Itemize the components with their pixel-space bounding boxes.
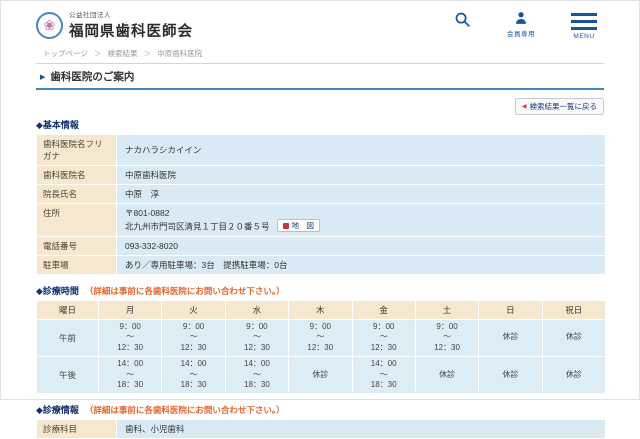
page-title-bar: ▶ 歯科医院のご案内 [36, 63, 604, 90]
title-arrow-icon: ▶ [40, 74, 46, 81]
table-row-address: 住所 〒801-0882 北九州市門司区清見１丁目２０番５号地 図 [36, 203, 606, 237]
page-title: 歯科医院のご案内 [50, 71, 135, 83]
col-header: 祝日 [541, 299, 607, 320]
table-row: 院長氏名 中原 淳 [36, 184, 606, 204]
treatment-heading-text: ◆診療情報 [36, 405, 79, 416]
breadcrumb: トップページ ＞ 検索結果 ＞ 中原歯科医院 [43, 48, 639, 59]
logo-flower-icon: ❀ [36, 11, 63, 39]
row-label: 院長氏名 [36, 184, 117, 204]
col-header: 水 [224, 299, 290, 320]
hours-cell: 9：00 ～ 12：30 [414, 318, 480, 357]
hours-row-afternoon: 午後 14：00 ～ 18：30 14：00 ～ 18：30 14：00 ～ 1… [36, 355, 607, 395]
basic-info-table: 歯科医院名フリガナ ナカハラシカイイン 歯科医院名 中原歯科医院 院長氏名 中原… [36, 134, 606, 275]
table-row: 歯科医院名 中原歯科医院 [36, 165, 606, 185]
table-row: 歯科医院名フリガナ ナカハラシカイイン [36, 134, 606, 166]
breadcrumb-current-page: 中原歯科医院 [157, 49, 203, 58]
hours-row-morning: 午前 9：00 ～ 12：30 9：00 ～ 12：30 9：00 ～ 12：3… [36, 318, 607, 357]
row-value: 歯科、小児歯科 [116, 419, 606, 439]
hours-cell-closed: 休診 [541, 355, 607, 395]
table-row: 診療科目 歯科、小児歯科 [36, 419, 606, 439]
back-to-results-button[interactable]: ◀ 検索結果一覧に戻る [514, 98, 604, 115]
row-value: あり／専用駐車場：3台 提携駐車場：0台 [116, 254, 606, 275]
row-label: 駐車場 [36, 254, 117, 275]
breadcrumb-home-link[interactable]: トップページ [43, 49, 88, 58]
hours-cell: 9：00 ～ 12：30 [224, 318, 290, 357]
row-label: 歯科医院名 [36, 165, 117, 185]
header-icon-group: 会員専用 MENU [454, 11, 597, 40]
hours-cell: 14：00 ～ 18：30 [161, 355, 226, 395]
breadcrumb-separator: ＞ [93, 49, 102, 58]
row-label: 歯科医院名フリガナ [36, 134, 117, 166]
site-header: ❀ 公益社団法人 福岡県歯科医師会 会員専用 MENU [1, 1, 639, 47]
hours-heading: ◆診療時間 （詳細は事前に各歯科医院にお問い合わせ下さい。） [36, 284, 639, 297]
hours-cell: 9：00 ～ 12：30 [288, 318, 353, 357]
treatment-heading: ◆診療情報 （詳細は事前に各歯科医院にお問い合わせ下さい。） [36, 403, 639, 416]
row-value: 〒801-0882 北九州市門司区清見１丁目２０番５号地 図 [116, 203, 606, 237]
hours-cell: 14：00 ～ 18：30 [351, 355, 416, 395]
row-label: 電話番号 [36, 235, 117, 256]
breadcrumb-separator: ＞ [143, 49, 152, 58]
hours-cell-closed: 休診 [541, 318, 607, 357]
back-arrow-icon: ◀ [521, 104, 527, 110]
search-icon [455, 12, 470, 27]
map-button[interactable]: 地 図 [276, 219, 321, 232]
map-marker-icon [282, 222, 289, 229]
col-header: 曜日 [36, 299, 99, 320]
map-button-label: 地 図 [291, 221, 315, 230]
back-button-label: 検索結果一覧に戻る [529, 102, 598, 111]
col-header: 日 [478, 299, 543, 320]
hours-cell: 14：00 ～ 18：30 [97, 355, 163, 395]
menu-button[interactable]: MENU [571, 11, 597, 40]
menu-label: MENU [573, 33, 595, 40]
row-value: 中原歯科医院 [116, 165, 606, 185]
hours-cell-closed: 休診 [478, 355, 543, 395]
hours-cell: 14：00 ～ 18：30 [224, 355, 290, 395]
org-type-label: 公益社団法人 [69, 12, 111, 19]
basic-info-heading: ◆基本情報 [36, 120, 79, 130]
hours-cell-closed: 休診 [478, 318, 543, 357]
row-value: 093-332-8020 [116, 235, 606, 256]
hours-cell: 9：00 ～ 12：30 [351, 318, 416, 357]
table-row: 電話番号 093-332-8020 [36, 235, 606, 256]
hours-header-row: 曜日 月 火 水 木 金 土 日 祝日 [36, 299, 607, 320]
hours-cell: 9：00 ～ 12：30 [97, 318, 163, 357]
hours-note: （詳細は事前に各歯科医院にお問い合わせ下さい。） [84, 285, 285, 296]
hours-cell: 9：00 ～ 12：30 [161, 318, 226, 357]
treatment-table: 診療科目 歯科、小児歯科 [36, 419, 606, 439]
hours-table: 曜日 月 火 水 木 金 土 日 祝日 午前 9：00 ～ 12：30 9：00… [36, 299, 607, 395]
brand-text: 公益社団法人 福岡県歯科医師会 [69, 9, 193, 41]
row-value: 中原 淳 [116, 184, 606, 204]
table-row: 駐車場 あり／専用駐車場：3台 提携駐車場：0台 [36, 254, 606, 275]
member-person-icon [516, 12, 526, 24]
site-logo-link[interactable]: ❀ 公益社団法人 福岡県歯科医師会 [36, 9, 266, 41]
back-button-row: ◀ 検索結果一覧に戻る [36, 95, 604, 115]
col-header: 金 [351, 299, 416, 320]
member-area-label: 会員専用 [507, 31, 535, 38]
address-text: 〒801-0882 北九州市門司区清見１丁目２０番５号 [125, 208, 270, 232]
col-header: 土 [414, 299, 480, 320]
row-label: 住所 [36, 203, 117, 237]
hours-cell-closed: 休診 [288, 355, 353, 395]
search-button[interactable] [454, 11, 471, 28]
row-label: 午前 [36, 318, 99, 357]
col-header: 火 [161, 299, 226, 320]
breadcrumb-results-link[interactable]: 検索結果 [108, 49, 138, 58]
row-label: 診療科目 [36, 419, 117, 439]
col-header: 月 [97, 299, 163, 320]
member-area-button[interactable]: 会員専用 [507, 11, 535, 38]
row-label: 午後 [36, 355, 99, 395]
hours-heading-text: ◆診療時間 [36, 285, 79, 296]
treatment-note: （詳細は事前に各歯科医院にお問い合わせ下さい。） [84, 405, 285, 416]
col-header: 木 [288, 299, 353, 320]
hours-cell-closed: 休診 [414, 355, 480, 395]
hamburger-menu-icon [571, 11, 597, 30]
row-value: ナカハラシカイイン [116, 134, 606, 166]
org-name-title: 福岡県歯科医師会 [69, 24, 193, 40]
